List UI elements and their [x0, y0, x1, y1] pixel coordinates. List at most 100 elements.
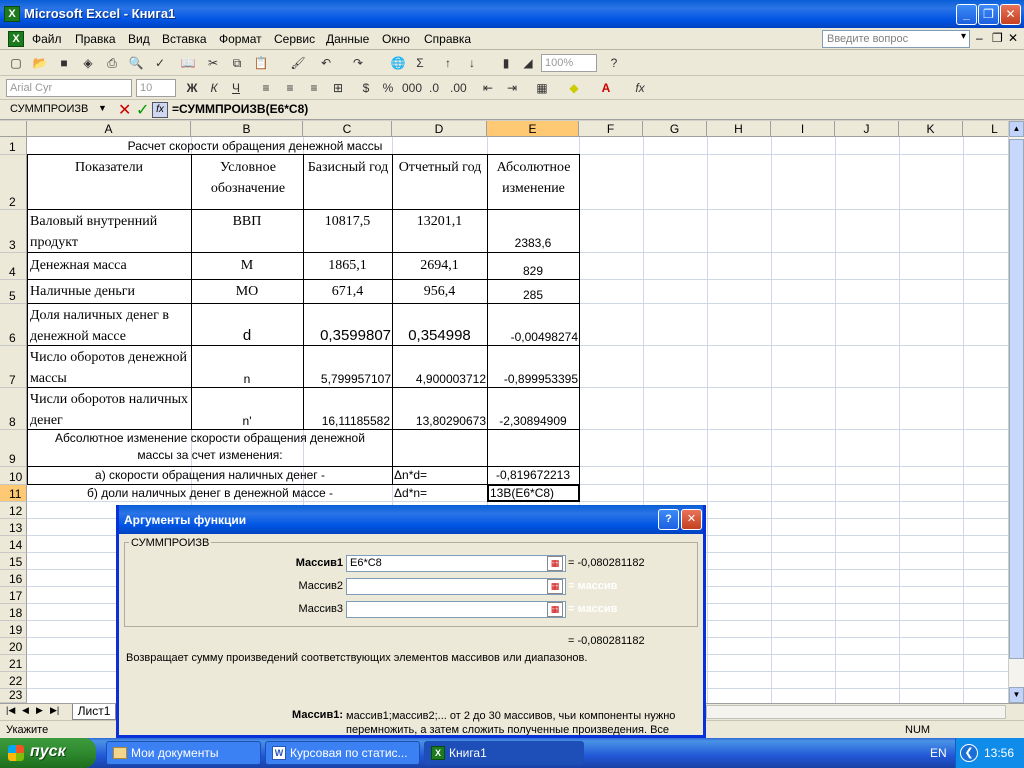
- table-cell[interactable]: 13,80290673: [393, 411, 486, 432]
- table-cell[interactable]: 0,3599807: [304, 325, 391, 346]
- decrease-indent-icon[interactable]: ⇤: [480, 80, 496, 96]
- collapse-dialog-icon[interactable]: ▦: [547, 556, 563, 571]
- cut-icon[interactable]: ✂: [205, 55, 221, 71]
- table-cell[interactable]: -0,899953395: [488, 369, 578, 390]
- hyperlink-icon[interactable]: 🌐: [390, 55, 406, 71]
- row-header[interactable]: 15: [0, 553, 27, 570]
- menu-window[interactable]: Окно: [382, 32, 410, 46]
- format-painter-icon[interactable]: 🖌: [290, 55, 306, 71]
- font-name-combo[interactable]: Arial Cyr: [6, 79, 132, 97]
- paste-icon[interactable]: 📋: [253, 55, 269, 71]
- taskbar-item-word[interactable]: W Курсовая по статис...: [265, 741, 420, 765]
- array2-input[interactable]: [346, 578, 566, 595]
- drawing-icon[interactable]: ◢: [520, 55, 536, 71]
- enter-icon[interactable]: ✓: [136, 100, 149, 120]
- doc-close-icon[interactable]: ✕: [1008, 31, 1018, 45]
- table-cell[interactable]: n: [192, 369, 302, 390]
- percent-icon[interactable]: %: [380, 80, 396, 96]
- close-button[interactable]: ✕: [1000, 4, 1021, 25]
- table-cell[interactable]: -2,30894909: [488, 411, 578, 432]
- collapse-dialog-icon[interactable]: ▦: [547, 579, 563, 594]
- row-header[interactable]: 7: [0, 346, 27, 388]
- bold-icon[interactable]: Ж: [184, 80, 200, 96]
- table-cell[interactable]: Δd*n=: [394, 485, 486, 502]
- save-icon[interactable]: ■: [56, 55, 72, 71]
- new-icon[interactable]: ▢: [8, 55, 24, 71]
- decrease-decimal-icon[interactable]: .00: [450, 80, 467, 96]
- copy-icon[interactable]: ⧉: [229, 55, 245, 71]
- dialog-help-button[interactable]: ?: [658, 509, 679, 530]
- array3-input[interactable]: [346, 601, 566, 618]
- open-icon[interactable]: 📂: [32, 55, 48, 71]
- column-header[interactable]: J: [835, 121, 899, 137]
- column-header[interactable]: D: [392, 121, 487, 137]
- taskbar-item-my-documents[interactable]: Мои документы: [106, 741, 261, 765]
- table-cell[interactable]: 829: [488, 261, 578, 282]
- dialog-close-button[interactable]: ✕: [681, 509, 702, 530]
- chart-wizard-icon[interactable]: ▮: [498, 55, 514, 71]
- help-icon[interactable]: ?: [606, 55, 622, 71]
- last-sheet-icon[interactable]: ▶|: [50, 705, 59, 716]
- increase-indent-icon[interactable]: ⇥: [504, 80, 520, 96]
- table-cell[interactable]: М: [192, 255, 302, 276]
- column-header[interactable]: A: [27, 121, 191, 137]
- table-cell[interactable]: Денежная масса: [30, 255, 190, 276]
- autosum-icon[interactable]: Σ: [412, 55, 428, 71]
- column-header[interactable]: K: [899, 121, 963, 137]
- sort-desc-icon[interactable]: ↓: [464, 55, 480, 71]
- insert-function-icon[interactable]: fx: [152, 102, 168, 118]
- align-right-icon[interactable]: ≡: [306, 80, 322, 96]
- permission-icon[interactable]: ◈: [80, 55, 96, 71]
- align-center-icon[interactable]: ≡: [282, 80, 298, 96]
- table-cell[interactable]: 1865,1: [304, 255, 391, 276]
- table-cell[interactable]: б) доли наличных денег в денежной массе …: [30, 485, 390, 502]
- table-cell[interactable]: Валовый внутренний продукт: [30, 211, 190, 253]
- zoom-combo[interactable]: 100%: [541, 54, 597, 72]
- prev-sheet-icon[interactable]: ◀: [22, 705, 29, 716]
- table-cell[interactable]: 285: [488, 285, 578, 306]
- row-header[interactable]: 4: [0, 253, 27, 280]
- table-cell[interactable]: d: [192, 325, 302, 346]
- scroll-thumb[interactable]: [1009, 139, 1024, 659]
- name-box[interactable]: СУММПРОИЗВ: [2, 101, 112, 119]
- row-header[interactable]: 6: [0, 304, 27, 346]
- column-header[interactable]: L: [963, 121, 1008, 137]
- table-cell[interactable]: Наличные деньги: [30, 281, 190, 302]
- function-icon[interactable]: fx: [632, 80, 648, 96]
- row-header[interactable]: 11: [0, 485, 27, 502]
- table-cell[interactable]: 10817,5: [304, 211, 391, 232]
- italic-icon[interactable]: К: [206, 80, 222, 96]
- font-color-icon[interactable]: A: [598, 80, 614, 96]
- spelling-icon[interactable]: ✓: [152, 55, 168, 71]
- redo-icon[interactable]: ↷: [350, 55, 366, 71]
- chevron-down-icon[interactable]: ▾: [961, 31, 966, 42]
- table-cell[interactable]: 2694,1: [393, 255, 486, 276]
- array1-input[interactable]: E6*C8: [346, 555, 566, 572]
- language-indicator[interactable]: EN: [930, 746, 947, 760]
- table-cell[interactable]: МО: [192, 281, 302, 302]
- table-cell[interactable]: -0,00498274: [488, 327, 578, 348]
- scroll-up-icon[interactable]: ▲: [1009, 121, 1024, 137]
- table-cell[interactable]: 2383,6: [488, 233, 578, 254]
- start-button[interactable]: пуск: [0, 738, 96, 768]
- question-box[interactable]: Введите вопрос: [822, 30, 970, 48]
- select-all-corner[interactable]: [0, 121, 27, 137]
- table-cell[interactable]: 5,799957107: [304, 369, 391, 390]
- research-icon[interactable]: 📖: [180, 55, 196, 71]
- row-header[interactable]: 18: [0, 604, 27, 621]
- arrow-left-icon[interactable]: ❮: [960, 744, 978, 762]
- first-sheet-icon[interactable]: |◀: [6, 705, 15, 716]
- table-cell[interactable]: 4,900003712: [393, 369, 486, 390]
- menu-file[interactable]: Файл: [32, 32, 62, 46]
- table-cell[interactable]: Числи оборотов наличных денег: [30, 389, 190, 431]
- menu-view[interactable]: Вид: [128, 32, 150, 46]
- print-icon[interactable]: ⎙: [104, 55, 120, 71]
- column-header[interactable]: H: [707, 121, 771, 137]
- row-header[interactable]: 21: [0, 655, 27, 672]
- table-cell[interactable]: n': [192, 411, 302, 432]
- document-icon[interactable]: X: [8, 31, 24, 47]
- sheet-tab[interactable]: Лист1: [72, 704, 116, 720]
- doc-minimize-icon[interactable]: –: [976, 31, 983, 45]
- align-left-icon[interactable]: ≡: [258, 80, 274, 96]
- row-header[interactable]: 5: [0, 280, 27, 304]
